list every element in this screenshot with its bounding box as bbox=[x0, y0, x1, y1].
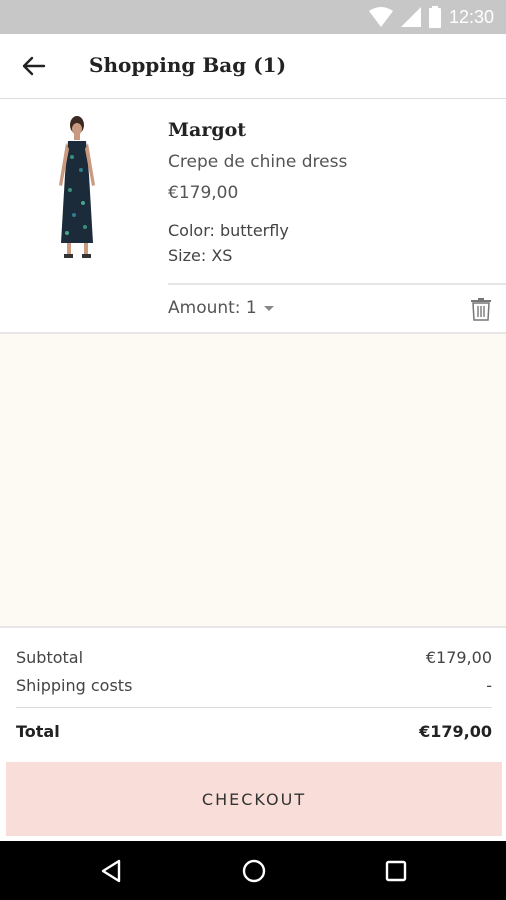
product-price: €179,00 bbox=[168, 183, 239, 203]
status-time: 12:30 bbox=[448, 6, 494, 27]
total-row: Total €179,00 bbox=[16, 722, 492, 741]
product-brand: Margot bbox=[168, 119, 247, 141]
status-icons: 12:30 bbox=[368, 6, 494, 28]
dress-image bbox=[59, 116, 95, 258]
delete-item-button[interactable] bbox=[470, 297, 492, 321]
item-divider bbox=[168, 283, 506, 285]
battery-icon bbox=[428, 6, 441, 28]
summary-divider bbox=[16, 707, 492, 708]
shipping-label: Shipping costs bbox=[16, 676, 133, 695]
system-nav-bar bbox=[0, 841, 506, 900]
back-button[interactable] bbox=[18, 52, 50, 80]
total-label: Total bbox=[16, 722, 60, 741]
arrow-left-icon bbox=[22, 56, 46, 76]
product-name: Crepe de chine dress bbox=[168, 152, 348, 172]
dropdown-caret-icon bbox=[263, 305, 274, 311]
status-bar: 12:30 bbox=[0, 0, 506, 34]
signal-icon bbox=[400, 7, 421, 27]
back-triangle-icon bbox=[101, 859, 121, 883]
amount-dropdown[interactable]: Amount: 1 bbox=[168, 298, 274, 318]
shipping-value: - bbox=[486, 676, 492, 695]
subtotal-label: Subtotal bbox=[16, 648, 84, 667]
subtotal-row: Subtotal €179,00 bbox=[16, 648, 492, 667]
cart-empty-space bbox=[0, 334, 506, 628]
nav-recents-button[interactable] bbox=[382, 857, 410, 885]
amount-label: Amount: 1 bbox=[168, 298, 257, 318]
trash-icon bbox=[471, 298, 491, 321]
product-size: Size: XS bbox=[168, 246, 233, 265]
home-circle-icon bbox=[242, 859, 266, 883]
nav-home-button[interactable] bbox=[240, 857, 268, 885]
recents-square-icon bbox=[385, 860, 407, 882]
app-bar: Shopping Bag (1) bbox=[0, 34, 506, 99]
checkout-button[interactable]: CHECKOUT bbox=[6, 762, 502, 836]
wifi-icon bbox=[368, 7, 393, 27]
product-image[interactable] bbox=[48, 115, 108, 261]
product-color: Color: butterfly bbox=[168, 221, 289, 240]
shipping-row: Shipping costs - bbox=[16, 676, 492, 695]
total-value: €179,00 bbox=[419, 722, 492, 741]
order-summary: Subtotal €179,00 Shipping costs - Total … bbox=[0, 628, 506, 760]
cart-item: Margot Crepe de chine dress €179,00 Colo… bbox=[0, 99, 506, 334]
subtotal-value: €179,00 bbox=[425, 648, 492, 667]
page-title: Shopping Bag (1) bbox=[89, 53, 287, 77]
nav-back-button[interactable] bbox=[97, 857, 125, 885]
